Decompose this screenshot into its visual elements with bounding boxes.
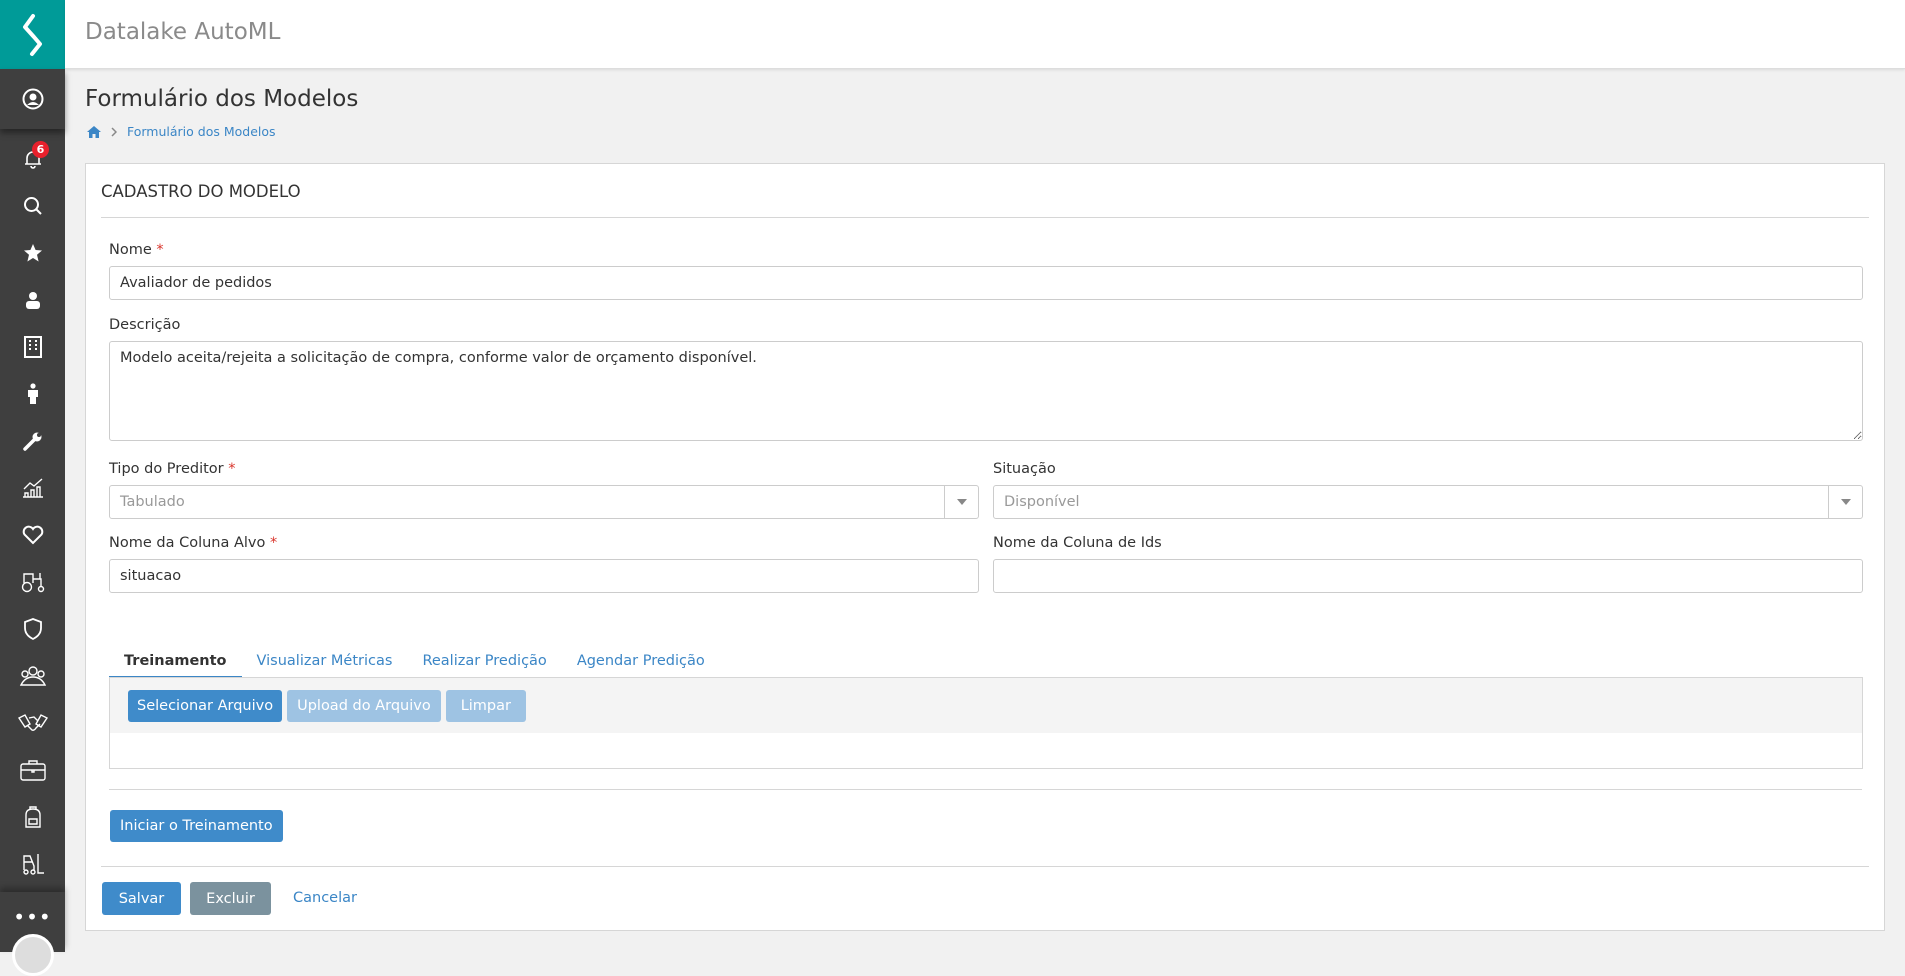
tab-visualizar-metricas[interactable]: Visualizar Métricas — [242, 651, 408, 679]
cancel-link[interactable]: Cancelar — [293, 890, 357, 906]
star-icon — [23, 243, 42, 261]
people-button[interactable] — [0, 370, 65, 417]
page-title: Formulário dos Modelos — [85, 86, 359, 112]
heart-icon — [22, 525, 43, 544]
user-profile-button[interactable] — [0, 69, 65, 129]
notifications-button[interactable]: 6 — [0, 135, 65, 182]
chevron-down-icon[interactable] — [1828, 486, 1862, 518]
team-button[interactable] — [0, 652, 65, 699]
agro-button[interactable] — [0, 558, 65, 605]
chevron-down-icon[interactable] — [944, 486, 978, 518]
divider — [101, 217, 1869, 218]
search-icon — [23, 196, 42, 215]
descricao-label: Descrição — [109, 317, 181, 333]
tipo-select[interactable]: Tabulado — [109, 485, 979, 519]
security-button[interactable] — [0, 605, 65, 652]
search-button[interactable] — [0, 182, 65, 229]
handshake-icon — [17, 713, 48, 731]
home-icon[interactable] — [87, 125, 101, 138]
tab-agendar-predicao[interactable]: Agendar Predição — [562, 651, 720, 679]
tractor-icon — [21, 572, 44, 592]
forklift-icon — [22, 853, 44, 875]
nome-input[interactable] — [109, 266, 1863, 300]
upload-file-button[interactable]: Upload do Arquivo — [287, 689, 441, 722]
user-circle-icon — [22, 88, 43, 110]
coluna-alvo-input[interactable] — [109, 559, 979, 593]
divider — [109, 789, 1862, 790]
tab-realizar-predicao[interactable]: Realizar Predição — [407, 651, 561, 679]
save-button[interactable]: Salvar — [102, 882, 181, 915]
logo-icon — [22, 13, 42, 56]
nome-label: Nome * — [109, 242, 164, 258]
model-form-card: CADASTRO DO MODELO Nome * Descrição Mode… — [85, 163, 1885, 931]
sidebar: 6 ••• — [0, 0, 65, 976]
business-button[interactable] — [0, 746, 65, 793]
chart-icon — [22, 477, 43, 498]
coluna-ids-input[interactable] — [993, 559, 1863, 593]
breadcrumb: Formulário dos Modelos — [87, 124, 276, 139]
situacao-select[interactable]: Disponível — [993, 485, 1863, 519]
shield-icon — [23, 617, 42, 640]
partners-button[interactable] — [0, 699, 65, 746]
section-title: CADASTRO DO MODELO — [101, 182, 301, 201]
briefcase-icon — [19, 759, 46, 781]
avatar[interactable] — [12, 934, 54, 976]
user-icon — [25, 291, 40, 309]
more-menu[interactable]: ••• — [0, 892, 65, 976]
analytics-button[interactable] — [0, 464, 65, 511]
chevron-right-icon — [111, 126, 117, 137]
situacao-value: Disponível — [1004, 494, 1080, 510]
person-icon — [27, 382, 38, 404]
wrench-icon — [22, 432, 41, 451]
tipo-value: Tabulado — [120, 494, 185, 510]
coluna-ids-label: Nome da Coluna de Ids — [993, 535, 1162, 551]
team-icon — [19, 665, 46, 686]
delete-button[interactable]: Excluir — [190, 882, 271, 915]
favorites-button[interactable] — [0, 229, 65, 276]
education-button[interactable] — [0, 793, 65, 840]
start-training-button[interactable]: Iniciar o Treinamento — [110, 810, 283, 842]
tabs: Treinamento Visualizar Métricas Realizar… — [109, 651, 1863, 680]
situacao-label: Situação — [993, 461, 1056, 477]
file-upload-panel: Selecionar Arquivo Upload do Arquivo Lim… — [109, 677, 1863, 769]
divider — [101, 866, 1869, 867]
companies-button[interactable] — [0, 323, 65, 370]
backpack-icon — [24, 805, 41, 828]
health-button[interactable] — [0, 511, 65, 558]
clear-button[interactable]: Limpar — [445, 689, 526, 722]
tipo-label: Tipo do Preditor * — [109, 461, 236, 477]
tools-button[interactable] — [0, 417, 65, 464]
logo[interactable] — [0, 0, 65, 69]
logistics-button[interactable] — [0, 840, 65, 887]
descricao-textarea[interactable]: Modelo aceita/rejeita a solicitação de c… — [109, 341, 1863, 441]
select-file-button[interactable]: Selecionar Arquivo — [128, 689, 283, 722]
breadcrumb-current[interactable]: Formulário dos Modelos — [127, 124, 276, 139]
users-button[interactable] — [0, 276, 65, 323]
app-title: Datalake AutoML — [85, 19, 281, 45]
tab-treinamento[interactable]: Treinamento — [109, 651, 242, 680]
building-icon — [23, 335, 42, 358]
notification-badge: 6 — [32, 141, 49, 158]
top-header: Datalake AutoML — [65, 0, 1905, 69]
coluna-alvo-label: Nome da Coluna Alvo * — [109, 535, 278, 551]
